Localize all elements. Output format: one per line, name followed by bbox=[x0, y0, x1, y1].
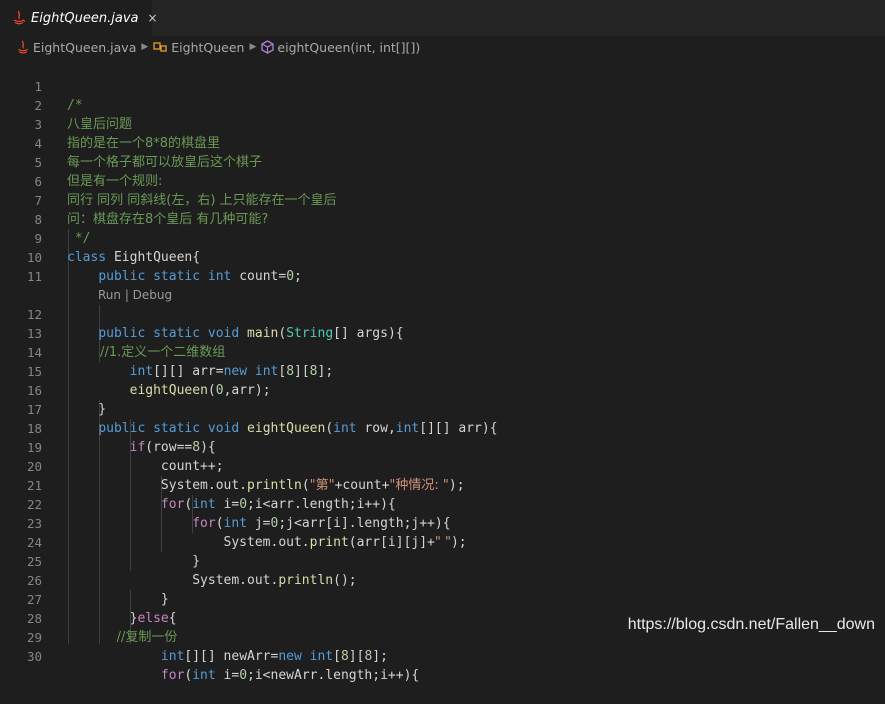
codelens-row: Run | Debug bbox=[0, 267, 885, 302]
code-line: 21 for(int i=0;i<arr.length;i++){ bbox=[0, 457, 885, 512]
tab-title: EightQueen.java bbox=[31, 10, 139, 26]
java-file-icon bbox=[16, 40, 30, 55]
code-line: 14 int[][] arr=new int[8][8]; bbox=[0, 324, 885, 379]
breadcrumb: EightQueen.java ▶ EightQueen ▶ eightQuee… bbox=[0, 36, 885, 58]
line-number: 30 bbox=[26, 649, 42, 664]
close-icon[interactable]: × bbox=[148, 11, 158, 25]
code-line: 2 八皇后问题 bbox=[0, 77, 885, 132]
code-line: 22 for(int j=0;j<arr[i].length;j++){ bbox=[0, 476, 885, 531]
code-text: int[][] newArr=new int[8][8]; bbox=[160, 649, 388, 664]
code-line: 20 System.out.println("第"+count+"种情况: ")… bbox=[0, 438, 885, 493]
code-line: 15 eightQueen(0,arr); bbox=[0, 343, 885, 398]
breadcrumb-file[interactable]: EightQueen.java bbox=[16, 40, 136, 55]
chevron-right-icon: ▶ bbox=[141, 42, 149, 52]
code-line: 3 指的是在一个8*8的棋盘里 bbox=[0, 96, 885, 151]
tab-eightqueen-java[interactable]: EightQueen.java × bbox=[0, 0, 158, 36]
code-line: 27 }else{ bbox=[0, 571, 885, 626]
method-icon bbox=[261, 40, 275, 54]
code-line: 24 } bbox=[0, 514, 885, 569]
breadcrumb-class-label: EightQueen bbox=[171, 39, 245, 55]
breadcrumb-file-label: EightQueen.java bbox=[33, 39, 137, 55]
code-line: 16 } bbox=[0, 362, 885, 417]
code-line: 18 if(row==8){ bbox=[0, 400, 885, 455]
chevron-right-icon: ▶ bbox=[249, 42, 257, 52]
code-line: 25 System.out.println(); bbox=[0, 533, 885, 588]
code-line: 12 public static void main(String[] args… bbox=[0, 286, 885, 341]
code-line: 11 bbox=[0, 248, 885, 284]
code-line: 1 /* bbox=[0, 58, 885, 113]
code-line: 26 } bbox=[0, 552, 885, 607]
code-line: 19 count++; bbox=[0, 419, 885, 474]
breadcrumb-method-label: eightQueen(int, int[][]) bbox=[277, 39, 421, 55]
java-file-icon bbox=[12, 10, 26, 26]
watermark: https://blog.csdn.net/Fallen__down bbox=[627, 616, 875, 633]
code-line: 13 //1.定义一个二维数组 bbox=[0, 305, 885, 360]
code-line: 6 同行 同列 同斜线(左，右) 上只能存在一个皇后 bbox=[0, 153, 885, 208]
code-line: 17 public static void eightQueen(int row… bbox=[0, 381, 885, 436]
code-line: 4 每一个格子都可以放皇后这个棋子 bbox=[0, 115, 885, 170]
class-icon bbox=[153, 41, 168, 54]
breadcrumb-class[interactable]: EightQueen bbox=[153, 40, 244, 55]
code-line: 9 class EightQueen{ bbox=[0, 210, 885, 265]
tab-bar: EightQueen.java × bbox=[0, 0, 885, 36]
breadcrumb-method[interactable]: eightQueen(int, int[][]) bbox=[261, 40, 420, 55]
code-editor[interactable]: 1 /* 2 八皇后问题 3 指的是在一个8*8的棋盘里 4 每一个格子都可以放… bbox=[0, 58, 885, 683]
code-line: 28 //复制一份 bbox=[0, 590, 885, 645]
code-line: 5 但是有一个规则: bbox=[0, 134, 885, 189]
code-line: 23 System.out.print(arr[i][j]+" "); bbox=[0, 495, 885, 550]
code-line: 8 */ bbox=[0, 191, 885, 246]
code-line: 7 问：棋盘存在8个皇后 有几种可能? bbox=[0, 172, 885, 227]
code-text: for(int i=0;i<newArr.length;i++){ bbox=[160, 668, 420, 683]
code-line: 10 public static int count=0; bbox=[0, 229, 885, 284]
